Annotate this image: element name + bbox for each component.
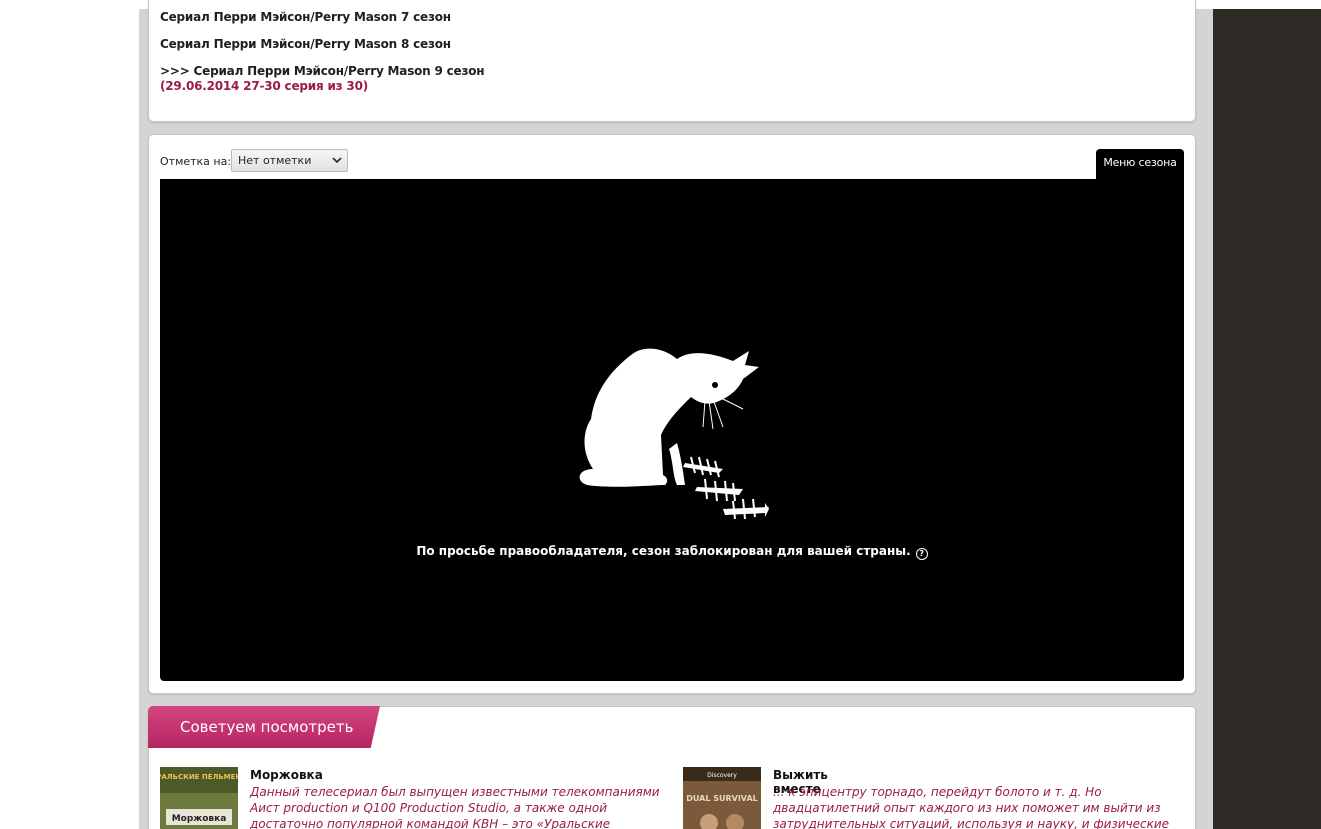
blocked-message: По просьбе правообладателя, сезон заблок…	[160, 544, 1184, 560]
right-dark-sidebar	[1213, 9, 1321, 829]
season-link-7[interactable]: Сериал Перри Мэйсон/Perry Mason 7 сезон	[160, 10, 451, 24]
recommendations-tab[interactable]: Советуем посмотреть	[148, 706, 380, 748]
rec-thumbnail-morzhovka[interactable]: УРАЛЬСКИЕ ПЕЛЬМЕНИ Моржовка	[160, 767, 238, 829]
rec-title[interactable]: Моржовка	[250, 768, 323, 782]
season-update-note: (29.06.2014 27-30 серия из 30)	[160, 79, 369, 93]
chevron-down-icon	[332, 157, 342, 164]
cat-with-fishbones-icon	[579, 348, 769, 519]
seasons-list-panel: Сериал Перри Мэйсон/Perry Mason 7 сезон …	[148, 0, 1196, 122]
season-menu-tab[interactable]: Меню сезона	[1096, 149, 1184, 179]
rec-thumbnail-dual-survival[interactable]: Discovery DUAL SURVIVAL	[683, 767, 761, 829]
season-link-8[interactable]: Сериал Перри Мэйсон/Perry Mason 8 сезон	[160, 37, 451, 51]
help-icon[interactable]: ?	[915, 548, 928, 560]
rec-thumb-text-top: Discovery	[707, 772, 737, 779]
blocked-message-text: По просьбе правообладателя, сезон заблок…	[416, 544, 911, 558]
season-link-9-current[interactable]: >>> Сериал Перри Мэйсон/Perry Mason 9 се…	[160, 64, 485, 78]
player-panel: Отметка на: Нет отметки Меню сезона По п…	[148, 134, 1196, 694]
video-player: По просьбе правообладателя, сезон заблок…	[160, 179, 1184, 681]
recommendations-panel: Советуем посмотреть УРАЛЬСКИЕ ПЕЛЬМЕНИ М…	[148, 706, 1196, 829]
rec-thumb-text-bottom: Моржовка	[172, 814, 227, 824]
rec-description: Данный телесериал был выпущен известными…	[250, 785, 660, 829]
mark-select-value: Нет отметки	[238, 154, 312, 167]
rec-thumb-text-top: УРАЛЬСКИЕ ПЕЛЬМЕНИ	[160, 773, 238, 781]
mark-select[interactable]: Нет отметки	[231, 149, 348, 172]
mark-label: Отметка на:	[160, 155, 232, 168]
rec-description: ... к эпицентру торнадо, перейдут болото…	[773, 785, 1170, 829]
recommendations-tab-label: Советуем посмотреть	[180, 718, 354, 736]
rec-thumb-text-bottom: DUAL SURVIVAL	[686, 794, 758, 803]
